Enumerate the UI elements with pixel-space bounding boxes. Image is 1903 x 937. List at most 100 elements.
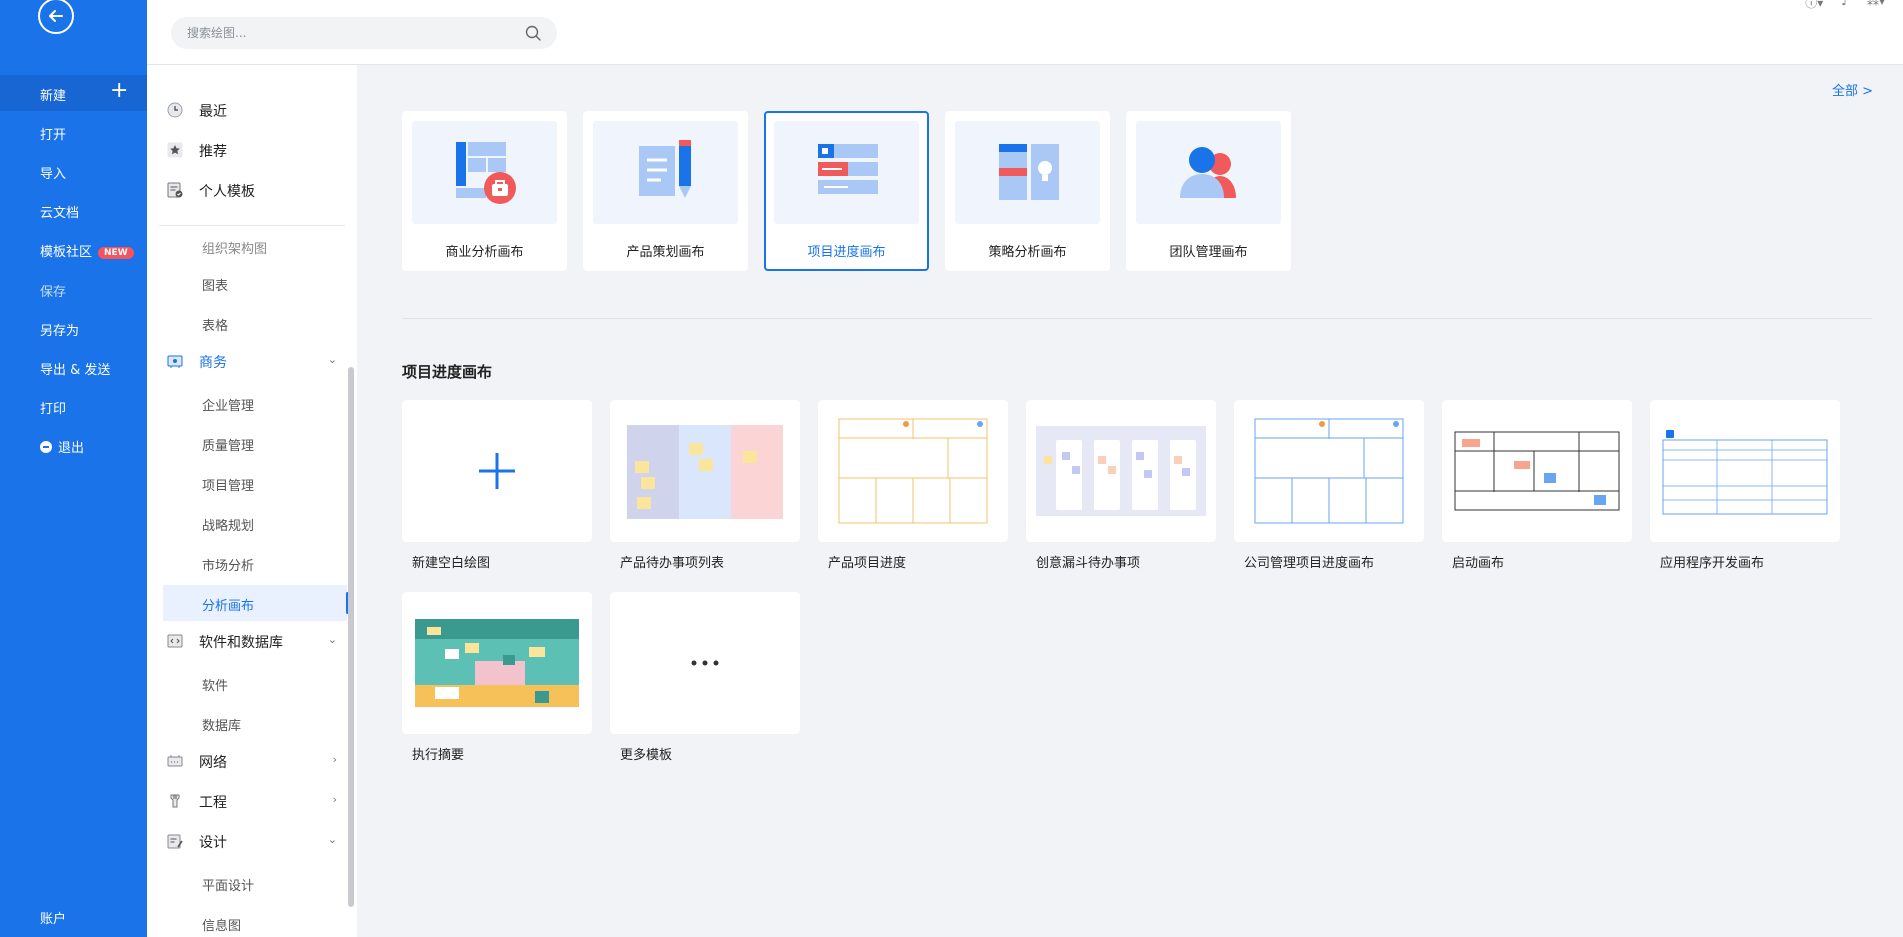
clock-icon <box>167 102 183 118</box>
category-strategic-planning[interactable]: 战略规划 <box>147 505 347 541</box>
search-box <box>171 17 557 49</box>
code-icon <box>167 634 183 648</box>
canvas-card-strategy-analysis[interactable]: 策略分析画布 <box>945 111 1110 271</box>
category-org-chart-label: 组织架构图 <box>202 242 268 257</box>
sidebar-item-save-as[interactable]: 另存为 <box>40 320 79 339</box>
template-label: 新建空白绘图 <box>412 556 491 571</box>
template-thumbnail <box>610 400 800 542</box>
sidebar-item-open[interactable]: 打开 <box>40 124 66 143</box>
sidebar-item-cloud-docs[interactable]: 云文档 <box>40 202 79 221</box>
category-database[interactable]: 数据库 <box>147 705 347 741</box>
category-engineering-label: 工程 <box>199 795 227 811</box>
main-content: 全部 > 商业分析画布 产品策划画布 项目进度画布 策略分析画布 团队管理画布 … <box>357 65 1903 937</box>
new-button[interactable]: 新建 + <box>0 75 147 111</box>
business-analysis-icon <box>412 121 557 224</box>
chevron-right-icon: › <box>332 793 337 806</box>
template-card-company-management-progress[interactable]: 公司管理项目进度画布 <box>1234 400 1424 571</box>
template-card-product-backlog[interactable]: 产品待办事项列表 <box>610 400 800 571</box>
template-thumbnail <box>1234 400 1424 542</box>
template-thumbnail <box>402 400 592 542</box>
project-progress-icon <box>774 121 919 224</box>
exit-label: 退出 <box>58 441 85 456</box>
template-thumbnail <box>1442 400 1632 542</box>
canvas-card-product-planning[interactable]: 产品策划画布 <box>583 111 748 271</box>
category-scrollbar[interactable] <box>348 367 354 907</box>
team-management-icon <box>1136 121 1281 224</box>
category-strategic-planning-label: 战略规划 <box>202 519 255 534</box>
template-label: 应用程序开发画布 <box>1660 556 1765 571</box>
template-card-product-project-progress[interactable]: 产品项目进度 <box>818 400 1008 571</box>
template-card-app-development[interactable]: 应用程序开发画布 <box>1650 400 1840 571</box>
category-design[interactable]: 设计 ⌄ <box>147 821 347 861</box>
top-right-icons: ⓘ▾ ♪ ⁂▾ <box>1805 0 1885 11</box>
template-label: 公司管理项目进度画布 <box>1244 556 1375 571</box>
template-card-creative-funnel[interactable]: 创意漏斗待办事项 <box>1026 400 1216 571</box>
engineering-icon <box>170 794 180 808</box>
template-card-executive-summary[interactable]: 执行摘要 <box>402 592 592 763</box>
category-recent[interactable]: 最近 <box>147 90 357 130</box>
strategy-analysis-icon <box>955 121 1100 224</box>
category-infographic-label: 信息图 <box>202 919 242 934</box>
category-market-analysis-label: 市场分析 <box>202 559 255 574</box>
category-quality-management[interactable]: 质量管理 <box>147 425 347 461</box>
template-label: 产品项目进度 <box>828 556 907 571</box>
network-icon <box>167 755 183 767</box>
category-analysis-canvas[interactable]: 分析画布 <box>163 585 349 621</box>
category-business[interactable]: 商务 ⌄ <box>147 341 347 381</box>
template-card-blank[interactable]: 新建空白绘图 <box>402 400 592 571</box>
back-arrow-icon <box>49 10 63 22</box>
template-card-launch-canvas[interactable]: 启动画布 <box>1442 400 1632 571</box>
sidebar-item-save[interactable]: 保存 <box>40 281 66 300</box>
chevron-right-icon: › <box>332 753 337 766</box>
sidebar-item-export-send[interactable]: 导出 & 发送 <box>40 359 110 378</box>
canvas-type-row: 商业分析画布 产品策划画布 项目进度画布 策略分析画布 团队管理画布 <box>402 111 1291 271</box>
new-badge: NEW <box>98 247 134 259</box>
category-project-management[interactable]: 项目管理 <box>147 465 347 501</box>
template-label: 产品待办事项列表 <box>620 556 725 571</box>
business-icon <box>167 355 183 368</box>
category-table-label: 表格 <box>202 319 229 334</box>
category-table[interactable]: 表格 <box>147 305 347 341</box>
section-divider <box>402 318 1872 319</box>
sidebar-item-template-community[interactable]: 模板社区 NEW <box>40 241 134 260</box>
category-software-database[interactable]: 软件和数据库 ⌄ <box>147 621 347 661</box>
canvas-card-label: 策略分析画布 <box>988 245 1067 260</box>
sidebar-item-account[interactable]: 账户 <box>40 908 66 927</box>
back-button[interactable] <box>38 0 74 34</box>
sidebar-item-exit[interactable]: 退出 <box>40 437 84 456</box>
sidebar-item-print[interactable]: 打印 <box>40 398 66 417</box>
category-infographic[interactable]: 信息图 <box>147 905 347 937</box>
category-personal-templates[interactable]: 个人模板 <box>147 170 357 210</box>
canvas-card-business-analysis[interactable]: 商业分析画布 <box>402 111 567 271</box>
canvas-card-team-management[interactable]: 团队管理画布 <box>1126 111 1291 271</box>
canvas-card-label: 产品策划画布 <box>626 245 705 260</box>
bell-icon[interactable]: ♪ <box>1841 0 1849 11</box>
category-chart[interactable]: 图表 <box>147 265 347 301</box>
category-project-management-label: 项目管理 <box>202 479 255 494</box>
template-card-more-templates[interactable]: 更多模板 <box>610 592 800 763</box>
all-link[interactable]: 全部 > <box>1832 80 1873 99</box>
sidebar-item-import[interactable]: 导入 <box>40 163 66 182</box>
category-software[interactable]: 软件 <box>147 665 347 701</box>
search-input[interactable] <box>187 23 507 43</box>
category-network[interactable]: 网络 › <box>147 741 347 781</box>
category-engineering[interactable]: 工程 › <box>147 781 347 821</box>
template-label: 创意漏斗待办事项 <box>1036 556 1141 571</box>
category-separator <box>159 225 345 226</box>
category-market-analysis[interactable]: 市场分析 <box>147 545 347 581</box>
star-icon <box>167 142 183 158</box>
category-graphic-design-label: 平面设计 <box>202 879 255 894</box>
apps-icon[interactable]: ⁂▾ <box>1867 0 1885 11</box>
help-icon[interactable]: ⓘ▾ <box>1805 0 1823 11</box>
category-enterprise-management[interactable]: 企业管理 <box>147 385 347 421</box>
template-thumbnail <box>1026 400 1216 542</box>
search-icon[interactable] <box>525 25 541 41</box>
category-analysis-canvas-label: 分析画布 <box>202 599 255 614</box>
category-panel: 最近 推荐 个人模板 组织架构图 图表 表格 商务 ⌄ 企业管理 质量管理 项目… <box>147 65 357 937</box>
canvas-card-label: 团队管理画布 <box>1169 245 1248 260</box>
canvas-card-project-progress[interactable]: 项目进度画布 <box>764 111 929 271</box>
category-graphic-design[interactable]: 平面设计 <box>147 865 347 901</box>
category-recommended[interactable]: 推荐 <box>147 130 357 170</box>
category-recommended-label: 推荐 <box>199 144 227 160</box>
category-network-label: 网络 <box>199 755 227 771</box>
